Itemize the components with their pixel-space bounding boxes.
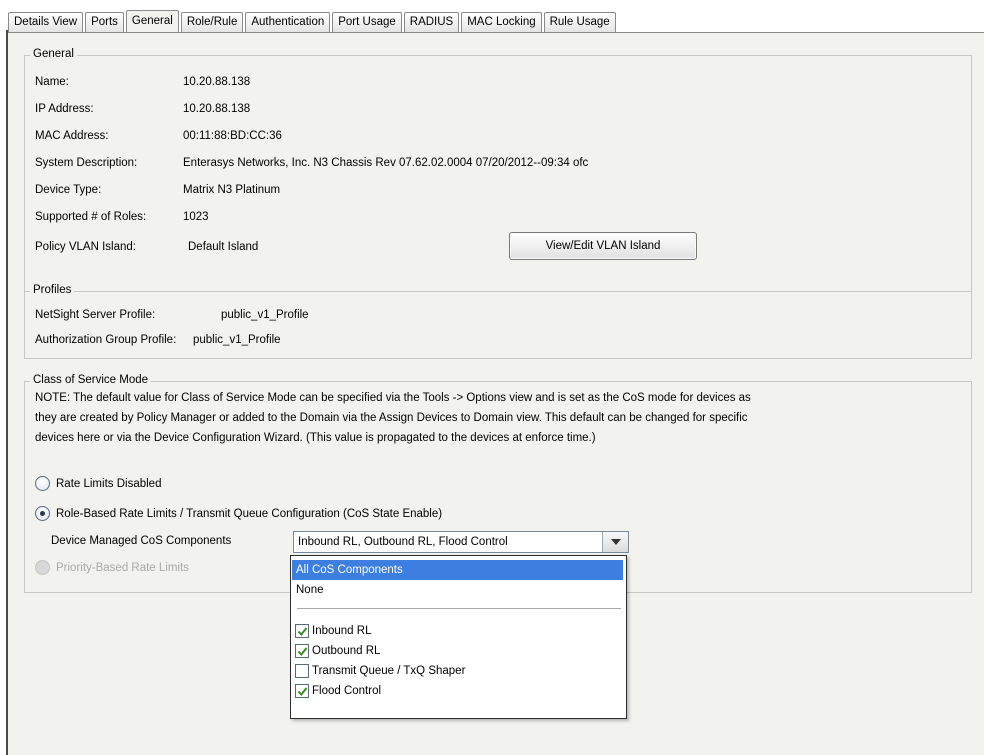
cos-note-line: NOTE: The default value for Class of Ser… bbox=[35, 392, 751, 404]
policy-vlan-island-value: Default Island bbox=[188, 241, 259, 253]
view-edit-vlan-island-button[interactable]: View/Edit VLAN Island bbox=[509, 232, 697, 260]
profiles-group-title: Profiles bbox=[30, 284, 75, 296]
cos-components-value: Inbound RL, Outbound RL, Flood Control bbox=[298, 536, 508, 548]
tab-port-usage[interactable]: Port Usage bbox=[332, 12, 402, 32]
mac-address-value: 00:11:88:BD:CC:36 bbox=[183, 130, 282, 142]
cos-note: NOTE: The default value for Class of Ser… bbox=[35, 388, 965, 448]
check-outbound-rl[interactable]: Outbound RL bbox=[295, 644, 380, 658]
radio-disabled-icon bbox=[35, 560, 50, 575]
role-based-rate-limits-label: Role-Based Rate Limits / Transmit Queue … bbox=[56, 507, 443, 520]
check-inbound-rl[interactable]: Inbound RL bbox=[295, 624, 371, 638]
cos-note-line: they are created by Policy Manager or ad… bbox=[35, 412, 748, 424]
check-label: Outbound RL bbox=[312, 645, 381, 657]
option-all-cos-components[interactable]: All CoS Components bbox=[292, 560, 623, 580]
authorization-profile-label: Authorization Group Profile: bbox=[35, 334, 177, 346]
tab-general[interactable]: General bbox=[125, 10, 179, 33]
general-group: General Name: 10.20.88.138 IP Address: 1… bbox=[24, 48, 972, 293]
ip-address-label: IP Address: bbox=[35, 103, 94, 115]
tab-rule-usage[interactable]: Rule Usage bbox=[543, 12, 616, 32]
checkbox-checked-icon bbox=[295, 644, 309, 658]
cos-components-popup: All CoS Components None Inbound RL Outbo… bbox=[290, 555, 627, 719]
policy-manager-device-view: Details View Ports General Role/Rule Aut… bbox=[0, 0, 990, 755]
system-description-label: System Description: bbox=[35, 157, 138, 169]
device-type-label: Device Type: bbox=[35, 184, 102, 196]
name-label: Name: bbox=[35, 76, 69, 88]
checkbox-checked-icon bbox=[295, 684, 309, 698]
rate-limits-disabled-radio[interactable]: Rate Limits Disabled bbox=[35, 476, 161, 491]
checkbox-checked-icon bbox=[295, 624, 309, 638]
radio-selected-icon bbox=[35, 506, 50, 521]
name-value: 10.20.88.138 bbox=[183, 76, 251, 88]
priority-based-rate-limits-label: Priority-Based Rate Limits bbox=[56, 561, 189, 574]
check-label: Flood Control bbox=[312, 685, 382, 697]
role-based-rate-limits-radio[interactable]: Role-Based Rate Limits / Transmit Queue … bbox=[35, 506, 442, 521]
rate-limits-disabled-label: Rate Limits Disabled bbox=[56, 477, 162, 490]
device-type-value: Matrix N3 Platinum bbox=[183, 184, 281, 196]
authorization-profile-value: public_v1_Profile bbox=[193, 334, 281, 346]
tab-ports[interactable]: Ports bbox=[85, 12, 124, 32]
check-label: Transmit Queue / TxQ Shaper bbox=[312, 665, 466, 677]
profiles-group: Profiles NetSight Server Profile: public… bbox=[24, 284, 972, 359]
check-transmit-queue[interactable]: Transmit Queue / TxQ Shaper bbox=[295, 664, 465, 678]
chevron-down-icon[interactable] bbox=[602, 532, 628, 552]
cos-components-dropdown[interactable]: Inbound RL, Outbound RL, Flood Control bbox=[293, 531, 629, 553]
priority-based-rate-limits-radio: Priority-Based Rate Limits bbox=[35, 560, 189, 575]
system-description-value: Enterasys Networks, Inc. N3 Chassis Rev … bbox=[183, 157, 589, 169]
tab-details-view[interactable]: Details View bbox=[8, 12, 84, 32]
ip-address-value: 10.20.88.138 bbox=[183, 103, 251, 115]
radio-unselected-icon bbox=[35, 476, 50, 491]
tab-authentication[interactable]: Authentication bbox=[245, 12, 331, 32]
supported-roles-value: 1023 bbox=[183, 211, 209, 223]
tab-mac-locking[interactable]: MAC Locking bbox=[461, 12, 542, 32]
cos-note-line: devices here or via the Device Configura… bbox=[35, 432, 596, 444]
tab-strip: Details View Ports General Role/Rule Aut… bbox=[8, 10, 618, 33]
check-label: Inbound RL bbox=[312, 625, 372, 637]
cos-group-title: Class of Service Mode bbox=[30, 374, 152, 386]
option-none[interactable]: None bbox=[292, 580, 623, 600]
mac-address-label: MAC Address: bbox=[35, 130, 109, 142]
netsight-profile-label: NetSight Server Profile: bbox=[35, 309, 156, 321]
tab-radius[interactable]: RADIUS bbox=[403, 12, 460, 32]
checkbox-unchecked-icon bbox=[295, 664, 309, 678]
tab-role-rule[interactable]: Role/Rule bbox=[180, 12, 244, 32]
supported-roles-label: Supported # of Roles: bbox=[35, 211, 147, 223]
general-group-title: General bbox=[30, 48, 77, 60]
cos-components-label: Device Managed CoS Components bbox=[51, 535, 232, 547]
dropdown-separator bbox=[297, 608, 621, 609]
policy-vlan-island-label: Policy VLAN Island: bbox=[35, 241, 136, 253]
check-flood-control[interactable]: Flood Control bbox=[295, 684, 381, 698]
netsight-profile-value: public_v1_Profile bbox=[221, 309, 309, 321]
